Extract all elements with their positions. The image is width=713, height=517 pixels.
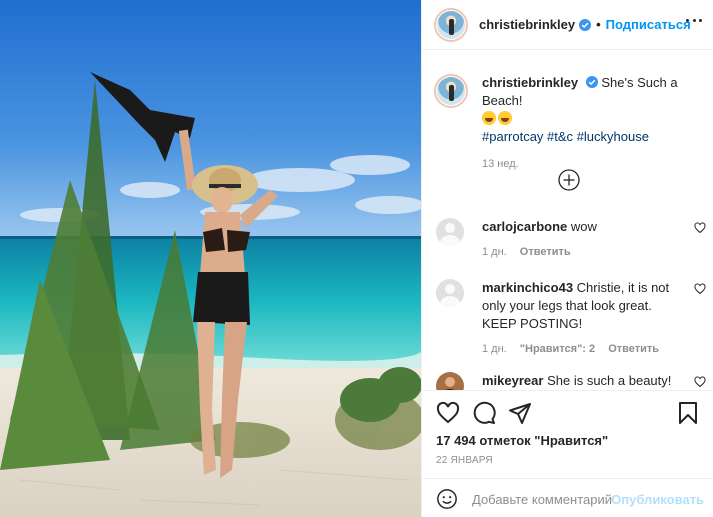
comment-item: markinchico43 Christie, it is not only y… [436,279,706,355]
post-photo[interactable] [0,0,421,517]
likes-count[interactable]: 17 494 отметок "Нравится" [436,433,608,448]
comment-time: 1 дн. [482,246,507,258]
rolling-laughing-emoji-icon [498,111,512,125]
comment-time: 1 дн. [482,343,507,355]
laughing-emoji-icon [482,111,496,125]
post-side-panel: christiebrinkley • Подписаться christieb… [421,0,713,517]
comment-input[interactable] [472,488,612,510]
follow-button[interactable]: Подписаться [606,17,691,32]
comment-avatar[interactable] [436,372,464,390]
comment-username[interactable]: markinchico43 [482,280,573,295]
bookmark-icon[interactable] [676,401,700,425]
reply-button[interactable]: Ответить [520,246,571,258]
comment-text: mikeyrear She is such a beauty! [482,372,678,390]
heart-icon[interactable] [694,222,706,234]
comment-body: She is such a beauty! [547,373,672,388]
reply-button[interactable]: Ответить [608,343,659,355]
comment-username[interactable]: carlojcarbone [482,219,567,234]
heart-icon[interactable] [694,376,706,388]
caption-username[interactable]: christiebrinkley [482,75,578,90]
header-separator: • [596,17,601,32]
comment-item: mikeyrear She is such a beauty! [436,372,706,390]
hashtag-tc[interactable]: #t&c [547,129,573,144]
comment-icon[interactable] [472,401,496,425]
comment-text: carlojcarbone wow [482,218,678,236]
add-comment-bar: Опубликовать [422,478,713,517]
caption-avatar[interactable] [434,74,468,108]
heart-icon[interactable] [436,401,460,425]
instagram-post: christiebrinkley • Подписаться christieb… [0,0,713,517]
comment-avatar[interactable] [436,218,464,246]
comment-likes-count[interactable]: "Нравится": 2 [520,343,595,355]
hashtag-parrotcay[interactable]: #parrotcay [482,129,543,144]
verified-badge-icon [579,18,592,31]
comment-item: carlojcarbone wow 1 дн. Ответить [436,218,706,258]
comment-meta: 1 дн. "Нравится": 2 Ответить [482,343,706,355]
load-more-plus-icon[interactable] [558,169,580,191]
post-actions-bar: 17 494 отметок "Нравится" 22 ЯНВАРЯ [422,390,713,478]
caption-text: christiebrinkley She's Such a Beach! #pa… [482,74,704,146]
comment-username[interactable]: mikeyrear [482,373,543,388]
hashtag-luckyhouse[interactable]: #luckyhouse [577,129,649,144]
more-options-icon[interactable] [686,19,702,23]
publish-button[interactable]: Опубликовать [611,492,704,507]
emoji-icon[interactable] [436,488,458,510]
author-avatar[interactable] [434,7,468,42]
share-icon[interactable] [508,401,532,425]
author-username[interactable]: christiebrinkley [479,17,575,32]
comment-text: markinchico43 Christie, it is not only y… [482,279,678,333]
heart-icon[interactable] [694,283,706,295]
comment-meta: 1 дн. Ответить [482,246,706,258]
verified-badge-icon [585,76,598,88]
comments-section[interactable]: christiebrinkley She's Such a Beach! #pa… [422,51,713,390]
comment-avatar[interactable] [436,279,464,307]
caption-timestamp: 13 нед. [482,158,519,170]
comment-body: wow [570,219,597,234]
beach-photo-image [0,0,421,517]
post-date: 22 ЯНВАРЯ [436,455,493,466]
post-header: christiebrinkley • Подписаться [422,0,713,50]
post-caption: christiebrinkley She's Such a Beach! #pa… [434,74,704,170]
